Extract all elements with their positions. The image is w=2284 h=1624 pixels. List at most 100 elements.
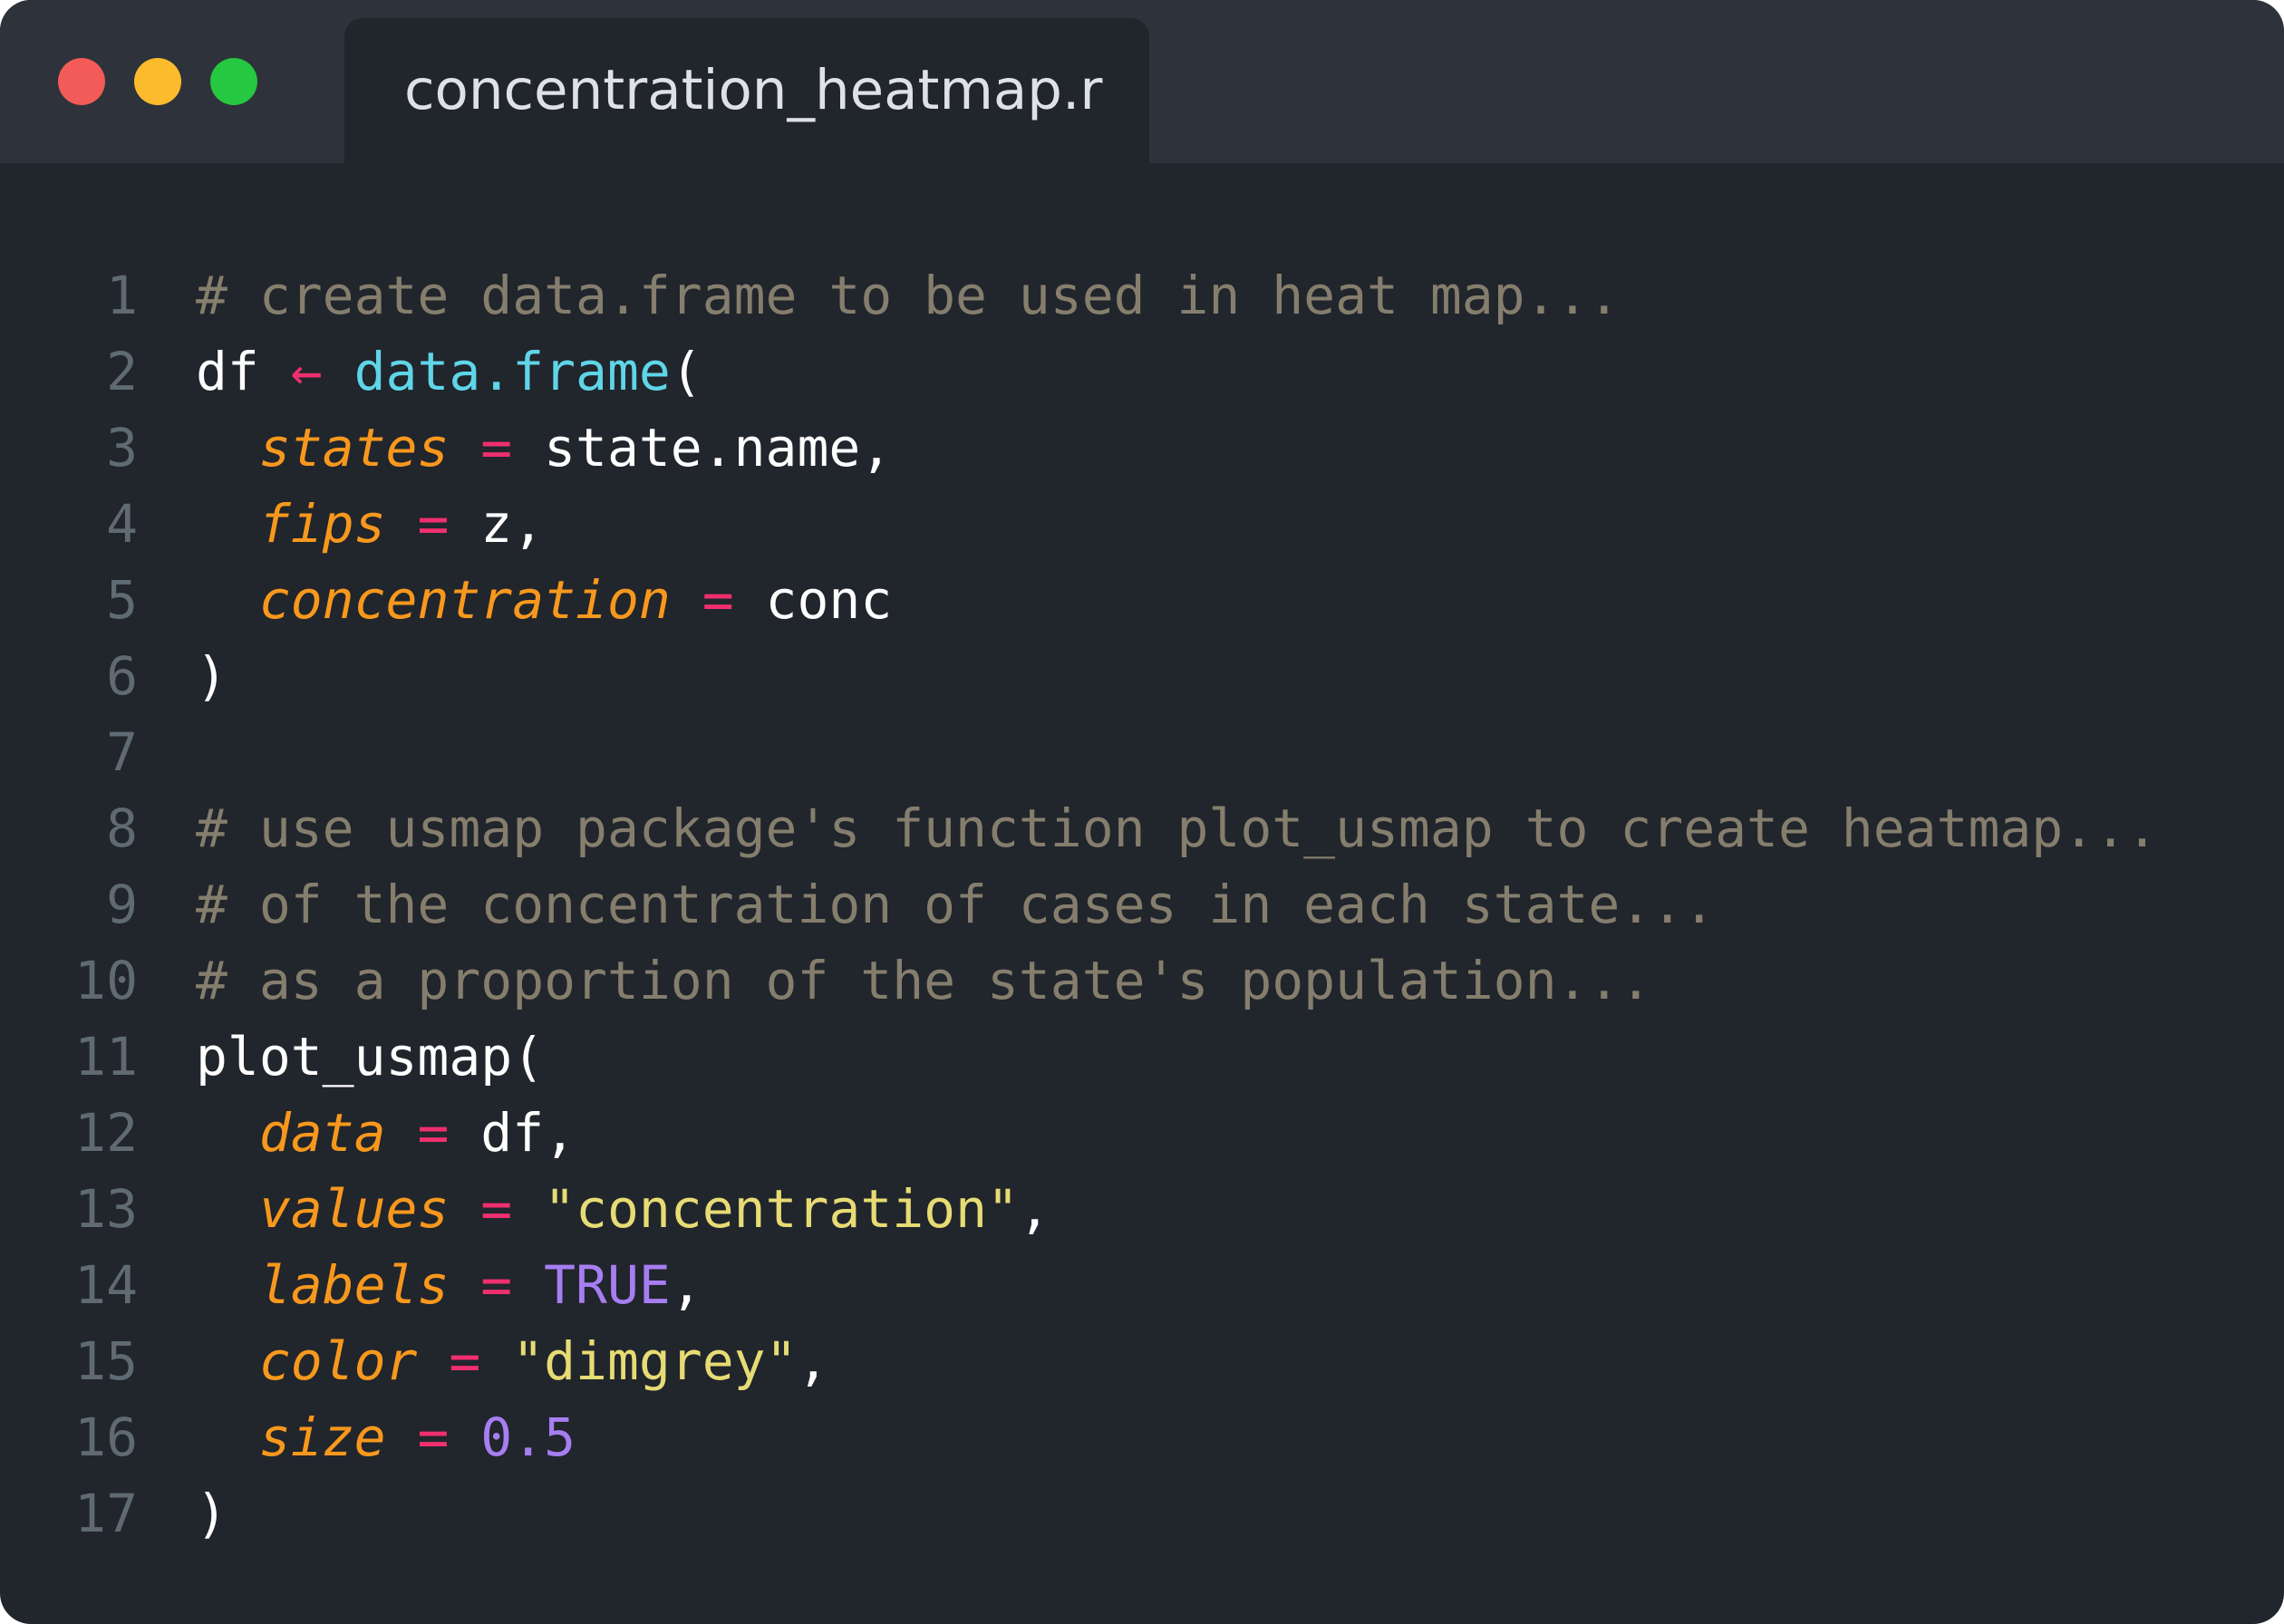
token-code-text <box>196 493 259 555</box>
code-line: 12 data = df, <box>0 1095 2284 1171</box>
token-operator: = <box>449 1330 481 1392</box>
line-content: # as a proportion of the state's populat… <box>196 942 1651 1019</box>
line-number: 14 <box>74 1254 138 1316</box>
title-bar: concentration_heatmap.r <box>0 0 2284 163</box>
line-number: 1 <box>106 265 138 326</box>
code-editor[interactable]: 1 # create data.frame to be used in heat … <box>0 257 2284 1552</box>
token-code-text <box>196 1406 259 1468</box>
code-window: concentration_heatmap.r 1 # create data.f… <box>0 0 2284 1624</box>
token-code-text <box>196 1178 259 1240</box>
token-argument-name: size <box>258 1406 386 1468</box>
code-line: 5 concentration = conc <box>0 562 2284 638</box>
token-operator: = <box>480 1178 513 1240</box>
token-argument-name: concentration <box>258 569 671 631</box>
token-code-text: , <box>670 1254 702 1316</box>
token-operator: = <box>417 1102 450 1164</box>
line-content: df ← data.frame( <box>196 334 702 410</box>
token-code-text <box>417 1330 449 1392</box>
line-number: 8 <box>106 798 138 859</box>
token-code-text: plot_usmap( <box>196 1026 545 1088</box>
line-content: data = df, <box>196 1095 576 1171</box>
line-number: 4 <box>106 493 138 555</box>
token-code-text <box>196 1330 259 1392</box>
line-number: 12 <box>74 1102 138 1164</box>
token-argument-name: data <box>258 1102 386 1164</box>
line-number: 2 <box>106 341 138 402</box>
token-code-text: , <box>797 1330 829 1392</box>
token-operator: = <box>480 417 513 478</box>
token-comment: # use usmap package's function plot_usma… <box>196 798 2158 859</box>
code-line: 11 plot_usmap( <box>0 1019 2284 1095</box>
token-code-text: ( <box>670 341 702 402</box>
token-string-literal: "dimgrey" <box>512 1330 798 1392</box>
line-content: values = "concentration", <box>196 1171 1050 1247</box>
token-code-text <box>196 1102 259 1164</box>
line-number: 13 <box>74 1178 138 1240</box>
code-line: 3 states = state.name, <box>0 410 2284 486</box>
token-code-text <box>480 1330 512 1392</box>
token-operator: = <box>702 569 734 631</box>
token-code-text <box>386 1406 418 1468</box>
line-number: 3 <box>106 417 138 478</box>
token-function-name: data.frame <box>353 341 671 402</box>
line-number: 6 <box>106 645 138 707</box>
token-code-text: conc <box>733 569 893 631</box>
code-line: 14 labels = TRUE, <box>0 1247 2284 1323</box>
tab-title: concentration_heatmap.r <box>404 58 1103 122</box>
token-code-text <box>449 1406 480 1468</box>
code-line: 9 # of the concentration of cases in each… <box>0 866 2284 942</box>
token-code-text: z, <box>449 493 545 555</box>
token-constant: TRUE <box>544 1254 671 1316</box>
token-constant: 0.5 <box>480 1406 576 1468</box>
token-operator: ← <box>290 341 323 402</box>
token-argument-name: states <box>258 417 450 478</box>
token-comment: # of the concentration of cases in each … <box>196 874 1716 935</box>
token-code-text <box>449 1254 480 1316</box>
line-content: # use usmap package's function plot_usma… <box>196 790 2158 866</box>
token-argument-name: fips <box>258 493 386 555</box>
token-code-text <box>449 417 480 478</box>
token-comment: # as a proportion of the state's populat… <box>196 950 1652 1011</box>
token-string-literal: "concentration" <box>544 1178 1019 1240</box>
token-code-text: df, <box>449 1102 576 1164</box>
token-code-text: df <box>196 341 291 402</box>
token-code-text: state.name, <box>512 417 893 478</box>
code-line: 17) <box>0 1475 2284 1552</box>
line-content: states = state.name, <box>196 410 892 486</box>
token-argument-name: values <box>258 1178 450 1240</box>
code-line: 4 fips = z, <box>0 486 2284 562</box>
line-content: labels = TRUE, <box>196 1247 702 1323</box>
line-content: # of the concentration of cases in each … <box>196 866 1715 942</box>
maximize-button[interactable] <box>210 58 257 105</box>
tab-file[interactable]: concentration_heatmap.r <box>344 18 1149 163</box>
code-line: 13 values = "concentration", <box>0 1171 2284 1247</box>
code-line: 7 <box>0 714 2284 790</box>
token-code-text <box>196 417 259 478</box>
code-line: 10 # as a proportion of the state's popul… <box>0 942 2284 1019</box>
token-argument-name: labels <box>258 1254 450 1316</box>
token-code-text <box>196 569 259 631</box>
token-comment: # create data.frame to be used in heat m… <box>196 265 1621 326</box>
code-line: 2 df ← data.frame( <box>0 334 2284 410</box>
line-number: 16 <box>74 1406 138 1468</box>
token-code-text <box>671 569 702 631</box>
minimize-button[interactable] <box>134 58 181 105</box>
token-code-text <box>323 341 354 402</box>
line-content: plot_usmap( <box>196 1019 544 1095</box>
token-code-text: ) <box>196 1483 227 1544</box>
token-code-text <box>386 493 418 555</box>
token-operator: = <box>480 1254 513 1316</box>
token-operator: = <box>417 1406 450 1468</box>
close-button[interactable] <box>58 58 105 105</box>
code-line: 1 # create data.frame to be used in heat … <box>0 257 2284 334</box>
line-number: 15 <box>74 1330 138 1392</box>
line-content: fips = z, <box>196 486 544 562</box>
line-content: color = "dimgrey", <box>196 1323 829 1399</box>
token-code-text <box>512 1178 544 1240</box>
line-number: 9 <box>106 874 138 935</box>
line-number: 5 <box>106 569 138 631</box>
token-argument-name: color <box>258 1330 418 1392</box>
token-code-text <box>449 1178 480 1240</box>
code-line: 16 size = 0.5 <box>0 1399 2284 1475</box>
line-number: 7 <box>106 721 138 783</box>
